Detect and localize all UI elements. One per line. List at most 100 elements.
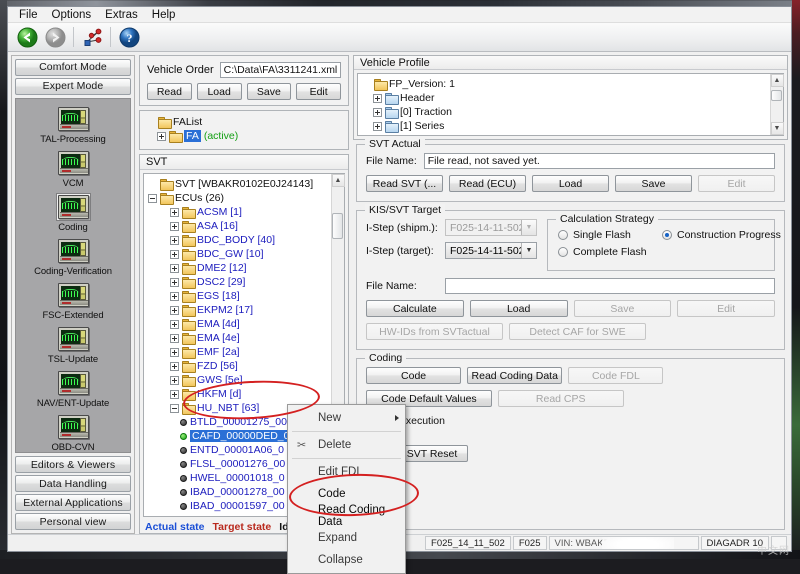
- expand-icon[interactable]: [170, 361, 179, 371]
- read-ecu-button[interactable]: Read (ECU): [449, 175, 526, 192]
- forward-button[interactable]: [42, 25, 68, 50]
- sidebar-item-tal-processing[interactable]: TAL-Processing: [16, 104, 130, 147]
- expand-icon[interactable]: [170, 221, 179, 231]
- expand-icon[interactable]: [170, 389, 179, 399]
- svt-ecu-row[interactable]: GWS [5e]: [148, 373, 331, 388]
- menu-help[interactable]: Help: [146, 8, 182, 22]
- context-menu-item-collapse[interactable]: Collapse: [288, 549, 405, 571]
- radio-single-flash[interactable]: Single Flash: [558, 229, 662, 241]
- svt-ecu-row[interactable]: EKPM2 [17]: [148, 303, 331, 318]
- svt-ecu-row[interactable]: FZD [56]: [148, 359, 331, 374]
- sidebar-item-vcm[interactable]: VCM: [16, 148, 130, 191]
- sidebar-item-fsc-extended[interactable]: FSC-Extended: [16, 280, 130, 323]
- vp-node[interactable]: [0] Traction: [362, 105, 770, 120]
- expand-icon[interactable]: [170, 319, 179, 329]
- svt-ecu-row[interactable]: ASA [16]: [148, 219, 331, 234]
- menu-options[interactable]: Options: [46, 8, 98, 22]
- svt-reset-button[interactable]: SVT Reset: [396, 445, 468, 462]
- context-menu-item-edit-fdl[interactable]: Edit FDL: [288, 461, 405, 483]
- scrollbar-thumb[interactable]: [770, 90, 782, 102]
- menu-file[interactable]: File: [13, 8, 44, 22]
- collapse-icon[interactable]: [148, 193, 157, 203]
- svt-ecu-row[interactable]: EMA [4e]: [148, 331, 331, 346]
- svt-ecu-row[interactable]: EMA [4d]: [148, 317, 331, 332]
- expand-icon[interactable]: [170, 305, 179, 315]
- sidebar-item-nav-ent-update[interactable]: NAV/ENT-Update: [16, 368, 130, 411]
- radio-button-icon[interactable]: [662, 230, 672, 240]
- svt-ecu-row[interactable]: BDC_BODY [40]: [148, 233, 331, 248]
- sidebar-button-comfort-mode[interactable]: Comfort Mode: [15, 59, 131, 76]
- calculate-button[interactable]: Calculate: [366, 300, 464, 317]
- context-menu-item-new[interactable]: New: [288, 407, 405, 429]
- context-menu-item-delete[interactable]: ✂ Delete: [288, 434, 405, 456]
- context-menu-item-read-coding-data[interactable]: Read Coding Data: [288, 504, 405, 528]
- vehicle-order-save-button[interactable]: Save: [246, 83, 292, 100]
- istep-target-select[interactable]: F025-14-11-502 ▼: [445, 242, 537, 259]
- vehicle-order-load-button[interactable]: Load: [196, 83, 242, 100]
- expand-icon[interactable]: [373, 107, 382, 117]
- expand-icon[interactable]: [170, 263, 179, 273]
- expand-icon[interactable]: [170, 207, 179, 217]
- radio-button-icon[interactable]: [558, 247, 568, 257]
- collapse-icon[interactable]: [170, 403, 179, 413]
- menu-extras[interactable]: Extras: [99, 8, 144, 22]
- vehicle-profile-tree[interactable]: FP_Version: 1 Header [0] Traction [1] Se…: [358, 74, 770, 135]
- kis-load-button[interactable]: Load: [469, 300, 568, 317]
- falist-fa-node[interactable]: FA (active): [146, 129, 343, 143]
- svt-ecu-row[interactable]: HKFM [d]: [148, 387, 331, 402]
- sidebar-button-expert-mode[interactable]: Expert Mode: [15, 77, 131, 95]
- sidebar-button-external-applications[interactable]: External Applications: [15, 494, 131, 512]
- read-coding-data-button[interactable]: Read Coding Data: [467, 367, 563, 384]
- expand-icon[interactable]: [170, 277, 179, 287]
- help-button[interactable]: ?: [116, 25, 142, 50]
- falist-root-node[interactable]: FAList: [146, 115, 343, 129]
- svt-ecu-row[interactable]: DME2 [12]: [148, 261, 331, 276]
- vp-node[interactable]: [1] Series: [362, 119, 770, 134]
- vp-root-node[interactable]: FP_Version: 1: [362, 77, 770, 92]
- sidebar-button-data-handling[interactable]: Data Handling: [15, 475, 131, 493]
- expand-icon[interactable]: [170, 235, 179, 245]
- code-button[interactable]: Code: [366, 367, 462, 384]
- expand-icon[interactable]: [373, 121, 382, 131]
- back-button[interactable]: [14, 25, 40, 50]
- sidebar-button-personal-view[interactable]: Personal view: [15, 513, 131, 530]
- svt-ecu-row[interactable]: ACSM [1]: [148, 205, 331, 220]
- chevron-down-icon[interactable]: ▼: [521, 243, 536, 258]
- expand-icon[interactable]: [170, 333, 179, 343]
- expand-icon[interactable]: [157, 131, 166, 141]
- vehicle-profile-scrollbar[interactable]: ▲ ▼: [770, 74, 784, 135]
- vp-node[interactable]: Header: [362, 91, 770, 106]
- kis-filename-input[interactable]: [445, 278, 775, 294]
- radio-button-icon[interactable]: [558, 230, 568, 240]
- svt-ecu-row[interactable]: EMF [2a]: [148, 345, 331, 360]
- expand-icon[interactable]: [170, 249, 179, 259]
- svt-actual-save-button[interactable]: Save: [615, 175, 692, 192]
- network-connection-button[interactable]: [79, 25, 105, 50]
- sidebar-item-coding-verification[interactable]: Coding-Verification: [16, 236, 130, 279]
- expand-icon[interactable]: [170, 291, 179, 301]
- radio-complete-flash[interactable]: Complete Flash: [558, 246, 662, 258]
- expand-icon[interactable]: [170, 375, 179, 385]
- read-svt-button[interactable]: Read SVT (...: [366, 175, 443, 192]
- svt-root-node[interactable]: SVT [WBAKR0102E0J24143]: [148, 177, 331, 192]
- context-menu-item-expand[interactable]: Expand: [288, 527, 405, 549]
- sidebar-item-obd-cvn[interactable]: OBD-CVN: [16, 412, 130, 452]
- expand-icon[interactable]: [170, 347, 179, 357]
- radio-construction-progress[interactable]: Construction Progress: [662, 229, 781, 241]
- vp-node[interactable]: [2] Batterymlage: [362, 133, 770, 135]
- scrollbar-thumb[interactable]: [331, 213, 343, 240]
- svt-ecu-row[interactable]: EGS [18]: [148, 289, 331, 304]
- scroll-up-icon[interactable]: ▲: [331, 174, 345, 188]
- sidebar-button-editors-viewers[interactable]: Editors & Viewers: [15, 456, 131, 474]
- vehicle-order-edit-button[interactable]: Edit: [296, 83, 341, 100]
- svt-ecu-row[interactable]: BDC_GW [10]: [148, 247, 331, 262]
- sidebar-item-coding[interactable]: Coding: [16, 192, 130, 235]
- vehicle-order-path-input[interactable]: C:\Data\FA\3311241.xml: [219, 62, 341, 78]
- scroll-up-icon[interactable]: ▲: [770, 74, 784, 88]
- svt-ecus-node[interactable]: ECUs (26): [148, 191, 331, 206]
- vehicle-order-read-button[interactable]: Read: [147, 83, 192, 100]
- scroll-down-icon[interactable]: ▼: [770, 122, 784, 135]
- svt-actual-load-button[interactable]: Load: [532, 175, 609, 192]
- svt-actual-filename-input[interactable]: File read, not saved yet.: [423, 153, 775, 169]
- expand-icon[interactable]: [373, 93, 382, 103]
